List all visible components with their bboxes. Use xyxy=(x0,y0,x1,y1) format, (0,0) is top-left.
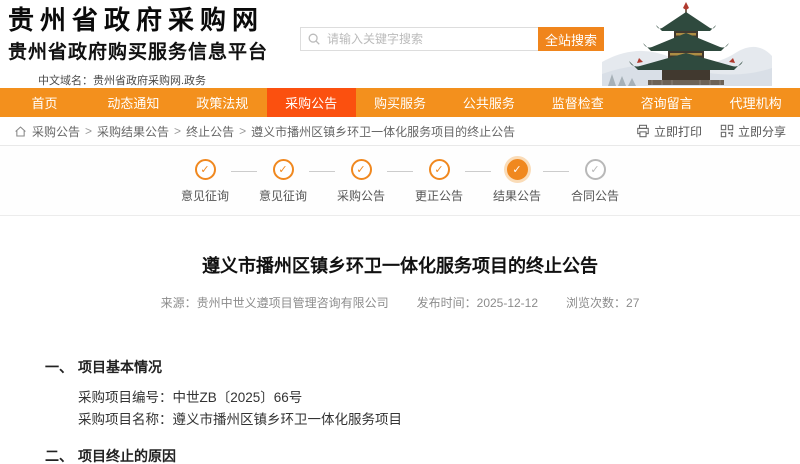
check-icon: ✓ xyxy=(428,159,450,180)
step-opinion-2: ✓ 意见征询 xyxy=(257,159,309,204)
breadcrumb-separator: > xyxy=(239,124,247,138)
nav-item-purchase-services[interactable]: 购买服务 xyxy=(356,88,445,117)
step-connector xyxy=(387,171,413,172)
step-opinion-1: ✓ 意见征询 xyxy=(179,159,231,204)
step-correction-notice: ✓ 更正公告 xyxy=(413,159,465,204)
site-title: 贵州省政府采购网 xyxy=(8,5,265,35)
nav-item-policy[interactable]: 政策法规 xyxy=(178,88,267,117)
notice-progress-steps: ✓ 意见征询 ✓ 意见征询 ✓ 采购公告 ✓ 更正公告 ✓ 结果公告 ✓ 合同公… xyxy=(0,146,800,216)
site-subtitle: 贵州省政府购买服务信息平台 xyxy=(8,41,269,63)
project-name-line: 采购项目名称：遵义市播州区镇乡环卫一体化服务项目 xyxy=(78,412,402,428)
pagoda-illustration xyxy=(602,2,772,86)
nav-item-news[interactable]: 动态通知 xyxy=(89,88,178,117)
site-domain-line: 中文域名：贵州省政府采购网.政务 xyxy=(38,74,207,87)
home-icon xyxy=(15,125,26,136)
breadcrumb-item-current: 遵义市播州区镇乡环卫一体化服务项目的终止公告 xyxy=(251,124,516,139)
article-body: 一、 项目基本情况 采购项目编号：中世ZB〔2025〕66号 采购项目名称：遵义… xyxy=(0,357,800,464)
nav-item-inquiry[interactable]: 咨询留言 xyxy=(622,88,711,117)
check-icon: ✓ xyxy=(584,159,606,180)
step-procurement-notice: ✓ 采购公告 xyxy=(335,159,387,204)
step-connector xyxy=(543,171,569,172)
meta-source-value: 贵州中世义遵项目管理咨询有限公司 xyxy=(196,296,389,310)
meta-source: 来源：贵州中世义遵项目管理咨询有限公司 xyxy=(160,296,389,310)
step-result-notice: ✓ 结果公告 xyxy=(491,159,543,204)
breadcrumb: 采购公告 > 采购结果公告 > 终止公告 > 遵义市播州区镇乡环卫一体化服务项目… xyxy=(0,117,800,146)
section-heading-1: 一、 项目基本情况 xyxy=(45,359,162,375)
site-search-button[interactable]: 全站搜索 xyxy=(538,27,604,51)
breadcrumb-separator: > xyxy=(174,124,182,138)
nav-item-procurement-notices[interactable]: 采购公告 xyxy=(266,88,356,117)
article-meta: 来源：贵州中世义遵项目管理咨询有限公司 发布时间：2025-12-12 浏览次数… xyxy=(0,294,800,311)
page-actions: 立即打印 立即分享 xyxy=(636,123,786,140)
main-nav: 首页 动态通知 政策法规 采购公告 购买服务 公共服务 监督检查 咨询留言 代理… xyxy=(0,88,800,117)
nav-item-home[interactable]: 首页 xyxy=(0,88,89,117)
project-number-line: 采购项目编号：中世ZB〔2025〕66号 xyxy=(78,390,303,405)
search-icon xyxy=(308,33,320,45)
meta-views: 浏览次数：27 xyxy=(566,296,640,310)
page-title: 遵义市播州区镇乡环卫一体化服务项目的终止公告 xyxy=(202,256,598,276)
nav-item-supervision[interactable]: 监督检查 xyxy=(533,88,622,117)
check-icon: ✓ xyxy=(272,159,294,180)
step-connector xyxy=(231,171,257,172)
check-icon: ✓ xyxy=(350,159,372,180)
nav-item-agencies[interactable]: 代理机构 xyxy=(711,88,800,117)
breadcrumb-item-2[interactable]: 采购结果公告 xyxy=(97,123,169,140)
meta-publish-time: 发布时间：2025-12-12 xyxy=(416,296,539,310)
check-icon: ✓ xyxy=(506,159,528,180)
printer-icon xyxy=(637,124,649,138)
nav-item-public-services[interactable]: 公共服务 xyxy=(444,88,533,117)
search-bar: 全站搜索 xyxy=(300,27,604,51)
breadcrumb-separator: > xyxy=(85,124,93,138)
qr-code-icon xyxy=(720,124,734,138)
site-logo: 贵州省政府采购网 贵州省政府购买服务信息平台 中文域名：贵州省政府采购网.政务 xyxy=(8,6,268,88)
site-header: 贵州省政府采购网 贵州省政府购买服务信息平台 中文域名：贵州省政府采购网.政务 … xyxy=(0,0,800,88)
share-label: 立即分享 xyxy=(737,124,786,139)
step-connector xyxy=(465,171,491,172)
section-heading-2: 二、 项目终止的原因 xyxy=(45,447,176,464)
breadcrumb-item-1[interactable]: 采购公告 xyxy=(32,123,80,140)
meta-publish-value: 2025-12-12 xyxy=(476,296,539,310)
print-button[interactable]: 立即打印 xyxy=(636,123,702,140)
article: 遵义市播州区镇乡环卫一体化服务项目的终止公告 来源：贵州中世义遵项目管理咨询有限… xyxy=(0,216,800,464)
search-input[interactable] xyxy=(300,27,538,51)
step-contract-notice: ✓ 合同公告 xyxy=(569,159,621,204)
check-icon: ✓ xyxy=(194,159,216,180)
share-button[interactable]: 立即分享 xyxy=(720,123,786,140)
section-body-1: 采购项目编号：中世ZB〔2025〕66号 采购项目名称：遵义市播州区镇乡环卫一体… xyxy=(45,387,800,432)
breadcrumb-item-3[interactable]: 终止公告 xyxy=(186,123,234,140)
print-label: 立即打印 xyxy=(653,124,702,139)
meta-views-value: 27 xyxy=(626,296,640,310)
step-connector xyxy=(309,171,335,172)
